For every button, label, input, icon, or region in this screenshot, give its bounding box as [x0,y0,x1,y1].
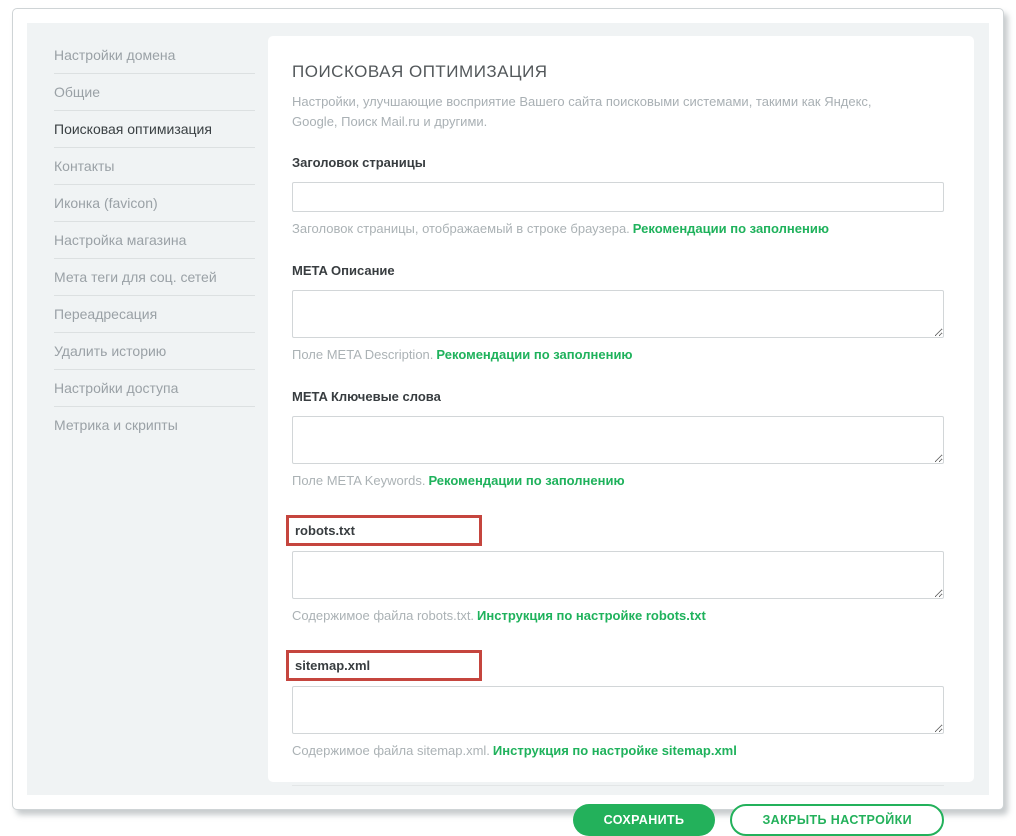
sitemap-xml-hint: Содержимое файла sitemap.xml.Инструкция … [292,743,944,758]
page-description: Настройки, улучшающие восприятие Вашего … [292,92,917,131]
sidebar-item-contacts[interactable]: Контакты [54,148,255,185]
settings-window: Настройки домена Общие Поисковая оптимиз… [12,8,1004,810]
meta-keywords-recommendations-link[interactable]: Рекомендации по заполнению [428,473,624,488]
sitemap-xml-instruction-link[interactable]: Инструкция по настройке sitemap.xml [493,743,737,758]
meta-keywords-hint: Поле META Keywords.Рекомендации по запол… [292,473,944,488]
meta-keywords-textarea[interactable] [292,416,944,464]
hint-text: Содержимое файла sitemap.xml. [292,743,490,758]
sidebar-item-clear-history[interactable]: Удалить историю [54,333,255,370]
meta-keywords-label: META Ключевые слова [292,389,944,404]
hint-text: Поле META Keywords. [292,473,425,488]
field-meta-description: META Описание Поле META Description.Реко… [292,263,944,362]
sidebar-item-general[interactable]: Общие [54,74,255,111]
meta-description-label: META Описание [292,263,944,278]
footer-actions: СОХРАНИТЬ ЗАКРЫТЬ НАСТРОЙКИ [292,785,944,836]
seo-settings-panel: ПОИСКОВАЯ ОПТИМИЗАЦИЯ Настройки, улучшаю… [268,36,974,782]
sidebar-item-metrics-scripts[interactable]: Метрика и скрипты [54,407,255,443]
sitemap-xml-textarea[interactable] [292,686,944,734]
hint-text: Заголовок страницы, отображаемый в строк… [292,221,630,236]
close-settings-button[interactable]: ЗАКРЫТЬ НАСТРОЙКИ [730,804,944,836]
sidebar-item-shop-settings[interactable]: Настройка магазина [54,222,255,259]
page-title: ПОИСКОВАЯ ОПТИМИЗАЦИЯ [292,62,944,82]
robots-txt-instruction-link[interactable]: Инструкция по настройке robots.txt [477,608,706,623]
field-page-title: Заголовок страницы Заголовок страницы, о… [292,155,944,236]
field-meta-keywords: META Ключевые слова Поле META Keywords.Р… [292,389,944,488]
page-title-hint: Заголовок страницы, отображаемый в строк… [292,221,944,236]
meta-description-recommendations-link[interactable]: Рекомендации по заполнению [436,347,632,362]
field-sitemap-xml: sitemap.xml Содержимое файла sitemap.xml… [292,650,944,758]
meta-description-textarea[interactable] [292,290,944,338]
hint-text: Поле META Description. [292,347,433,362]
sidebar-item-redirects[interactable]: Переадресация [54,296,255,333]
page-title-recommendations-link[interactable]: Рекомендации по заполнению [633,221,829,236]
page-title-label: Заголовок страницы [292,155,944,170]
settings-body: Настройки домена Общие Поисковая оптимиз… [27,23,989,795]
sidebar-item-access-settings[interactable]: Настройки доступа [54,370,255,407]
save-button[interactable]: СОХРАНИТЬ [573,804,716,836]
sitemap-xml-label: sitemap.xml [295,658,471,673]
meta-description-hint: Поле META Description.Рекомендации по за… [292,347,944,362]
robots-txt-textarea[interactable] [292,551,944,599]
sitemap-xml-label-highlight: sitemap.xml [286,650,482,681]
robots-txt-label: robots.txt [295,523,471,538]
sidebar-item-favicon[interactable]: Иконка (favicon) [54,185,255,222]
sidebar-item-domain-settings[interactable]: Настройки домена [54,37,255,74]
field-robots-txt: robots.txt Содержимое файла robots.txt.И… [292,515,944,623]
hint-text: Содержимое файла robots.txt. [292,608,474,623]
sidebar-item-seo[interactable]: Поисковая оптимизация [54,111,255,148]
settings-sidebar: Настройки домена Общие Поисковая оптимиз… [27,23,268,795]
sidebar-item-social-meta-tags[interactable]: Мета теги для соц. сетей [54,259,255,296]
robots-txt-hint: Содержимое файла robots.txt.Инструкция п… [292,608,944,623]
robots-txt-label-highlight: robots.txt [286,515,482,546]
page-title-input[interactable] [292,182,944,212]
